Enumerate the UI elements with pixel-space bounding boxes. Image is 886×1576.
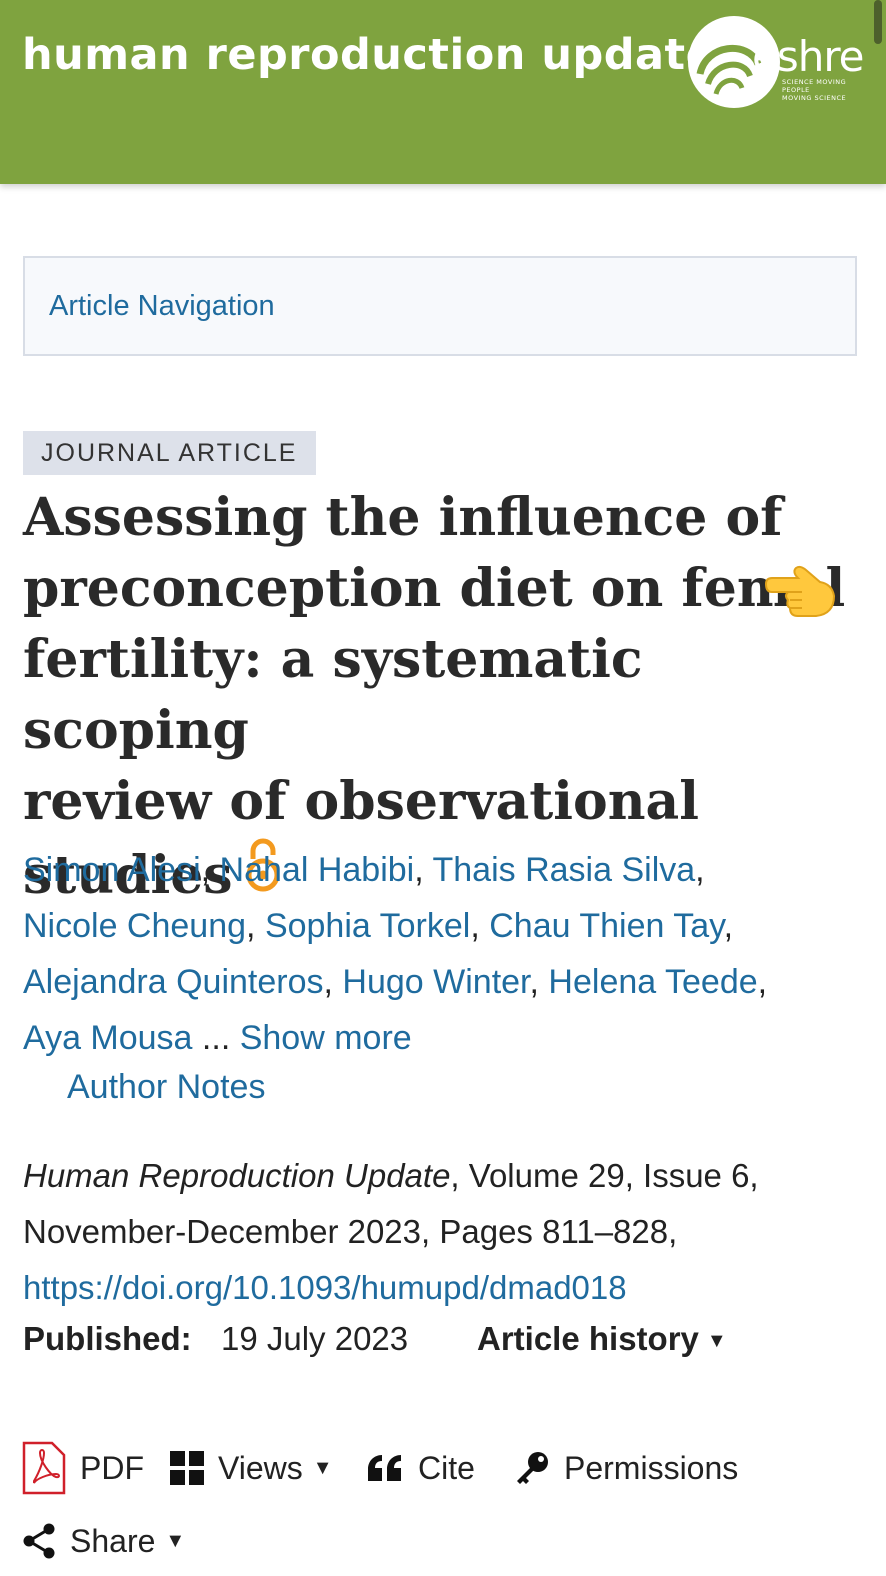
author-link[interactable]: Chau Thien Tay	[489, 907, 723, 945]
permissions-label: Permissions	[564, 1449, 739, 1486]
article-navigation-toggle[interactable]: Article Navigation	[23, 256, 857, 356]
views-label: Views	[218, 1449, 303, 1486]
scrollbar[interactable]	[874, 0, 882, 44]
doi-link[interactable]: https://doi.org/10.1093/humupd/dmad018	[23, 1269, 627, 1306]
published-date: 19 July 2023	[221, 1320, 409, 1357]
cite-button[interactable]: Cite	[366, 1440, 475, 1496]
pdf-button[interactable]: PDF	[22, 1440, 144, 1496]
article-navigation-label: Article Navigation	[49, 290, 275, 322]
citation-block: Human Reproduction Update, Volume 29, Is…	[23, 1148, 863, 1316]
caret-down-icon: ▼	[165, 1529, 186, 1552]
pdf-label: PDF	[80, 1449, 144, 1486]
author-link[interactable]: Helena Teede	[548, 963, 757, 1001]
eshre-logo[interactable]: eshre SCIENCE MOVING PEOPLE MOVING SCIEN…	[686, 14, 866, 110]
author-notes-link[interactable]: Author Notes	[67, 1068, 265, 1107]
article-toolbar: PDF Views ▼ Cite Permissions	[22, 1440, 862, 1500]
author-list: Simon Alesi, Nahal Habibi, Thais Rasia S…	[23, 851, 768, 1057]
author-link[interactable]: Sophia Torkel	[265, 907, 470, 945]
cite-label: Cite	[418, 1449, 475, 1486]
grid-icon	[170, 1451, 204, 1485]
author-link[interactable]: Aya Mousa	[23, 1019, 192, 1057]
pointing-hand-emoji-icon	[764, 565, 836, 617]
author-link[interactable]: Simon Alesi	[23, 851, 201, 889]
article-history-toggle[interactable]: Article history ▼	[477, 1320, 727, 1358]
volume-issue: , Volume 29, Issue 6,	[450, 1157, 759, 1194]
logo-wordmark: eshre	[752, 32, 865, 81]
views-button[interactable]: Views ▼	[170, 1440, 333, 1496]
pdf-icon	[22, 1441, 66, 1495]
show-more-authors-link[interactable]: Show more	[240, 1019, 412, 1057]
author-link[interactable]: Hugo Winter	[342, 963, 529, 1001]
published-label: Published:	[23, 1320, 192, 1357]
author-ellipsis: ...	[201, 1019, 231, 1057]
permissions-button[interactable]: Permissions	[514, 1440, 738, 1496]
author-link[interactable]: Nicole Cheung	[23, 907, 246, 945]
journal-title[interactable]: human reproduction update	[22, 30, 715, 80]
share-button[interactable]: Share ▼	[22, 1516, 185, 1566]
caret-down-icon: ▼	[312, 1456, 333, 1479]
article-type-badge: JOURNAL ARTICLE	[23, 431, 316, 475]
journal-name: Human Reproduction Update	[23, 1157, 451, 1194]
date-pages: November-December 2023, Pages 811–828,	[23, 1213, 678, 1250]
published-row: Published: 19 July 2023 Article history ▼	[23, 1320, 863, 1370]
logo-tagline: SCIENCE MOVING PEOPLE MOVING SCIENCE	[782, 78, 847, 102]
key-icon	[517, 1452, 548, 1484]
share-label: Share	[70, 1522, 156, 1559]
quote-icon	[368, 1455, 401, 1481]
author-link[interactable]: Alejandra Quinteros	[23, 963, 324, 1001]
journal-header: human reproduction update eshre SCIENCE …	[0, 0, 886, 184]
author-link[interactable]: Nahal Habibi	[220, 851, 415, 889]
author-link[interactable]: Thais Rasia Silva	[433, 851, 696, 889]
caret-down-icon: ▼	[706, 1330, 727, 1352]
share-icon	[23, 1523, 55, 1559]
